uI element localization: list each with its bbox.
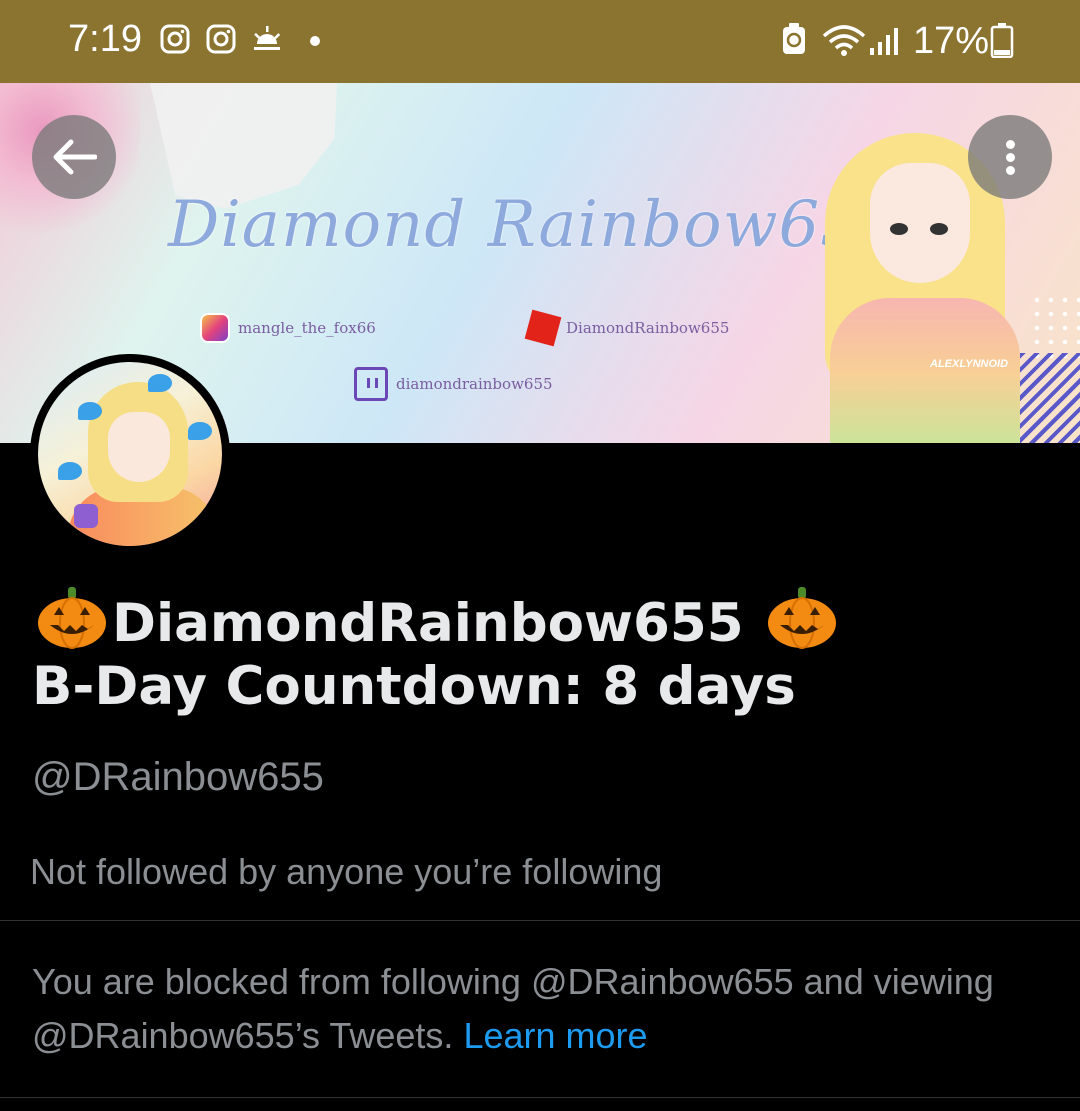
- instagram-icon: [206, 24, 236, 54]
- arrow-left-icon: [53, 139, 97, 175]
- jack-o-lantern-icon: [766, 585, 838, 649]
- divider: [0, 920, 1080, 921]
- back-button[interactable]: [32, 115, 116, 199]
- banner-roblox: DiamondRainbow655: [524, 309, 730, 347]
- wifi-icon: [822, 25, 866, 56]
- profile-handle: @DRainbow655: [32, 755, 324, 799]
- blocked-notice: You are blocked from following @DRainbow…: [32, 955, 1042, 1063]
- battery-saver-icon: [783, 23, 805, 54]
- banner-instagram-handle: mangle_the_fox66: [238, 319, 376, 337]
- followers-you-know: Not followed by anyone you’re following: [30, 851, 663, 892]
- notification-dot: [310, 36, 320, 46]
- banner-stripes-pattern: [1020, 353, 1080, 443]
- banner-twitch-handle: diamondrainbow655: [396, 375, 553, 393]
- display-name: DiamondRainbow655 B-Day Countdown: 8 day…: [32, 585, 1052, 718]
- banner-twitch: diamondrainbow655: [354, 367, 553, 401]
- instagram-icon: [160, 24, 190, 54]
- instagram-logo-icon: [200, 313, 230, 343]
- display-name-countdown: B-Day Countdown: 8 days: [32, 656, 796, 717]
- status-time: 7:19: [68, 18, 142, 60]
- learn-more-link[interactable]: Learn more: [463, 1015, 647, 1056]
- weather-sunrise-icon: [254, 26, 281, 50]
- twitch-icon: [74, 504, 98, 528]
- more-vertical-icon: [1005, 136, 1015, 179]
- display-name-text: DiamondRainbow655: [112, 593, 744, 654]
- twitch-logo-icon: [354, 367, 388, 401]
- jack-o-lantern-icon: [36, 585, 108, 649]
- avatar[interactable]: [30, 354, 230, 554]
- status-bar: 7:19 17%: [0, 0, 1080, 83]
- battery-percent: 17%: [913, 20, 990, 62]
- avatar-image: [38, 362, 222, 546]
- banner-instagram: mangle_the_fox66: [200, 313, 376, 343]
- banner-roblox-handle: DiamondRainbow655: [566, 319, 730, 337]
- signal-icon: [870, 28, 898, 55]
- divider: [0, 1097, 1080, 1098]
- battery-icon: [990, 23, 1014, 58]
- more-options-button[interactable]: [968, 115, 1052, 199]
- roblox-logo-icon: [524, 309, 562, 347]
- banner-artist-tag: ALEXLYNNOID: [930, 358, 1009, 370]
- banner-title: Diamond Rainbow655: [168, 188, 904, 262]
